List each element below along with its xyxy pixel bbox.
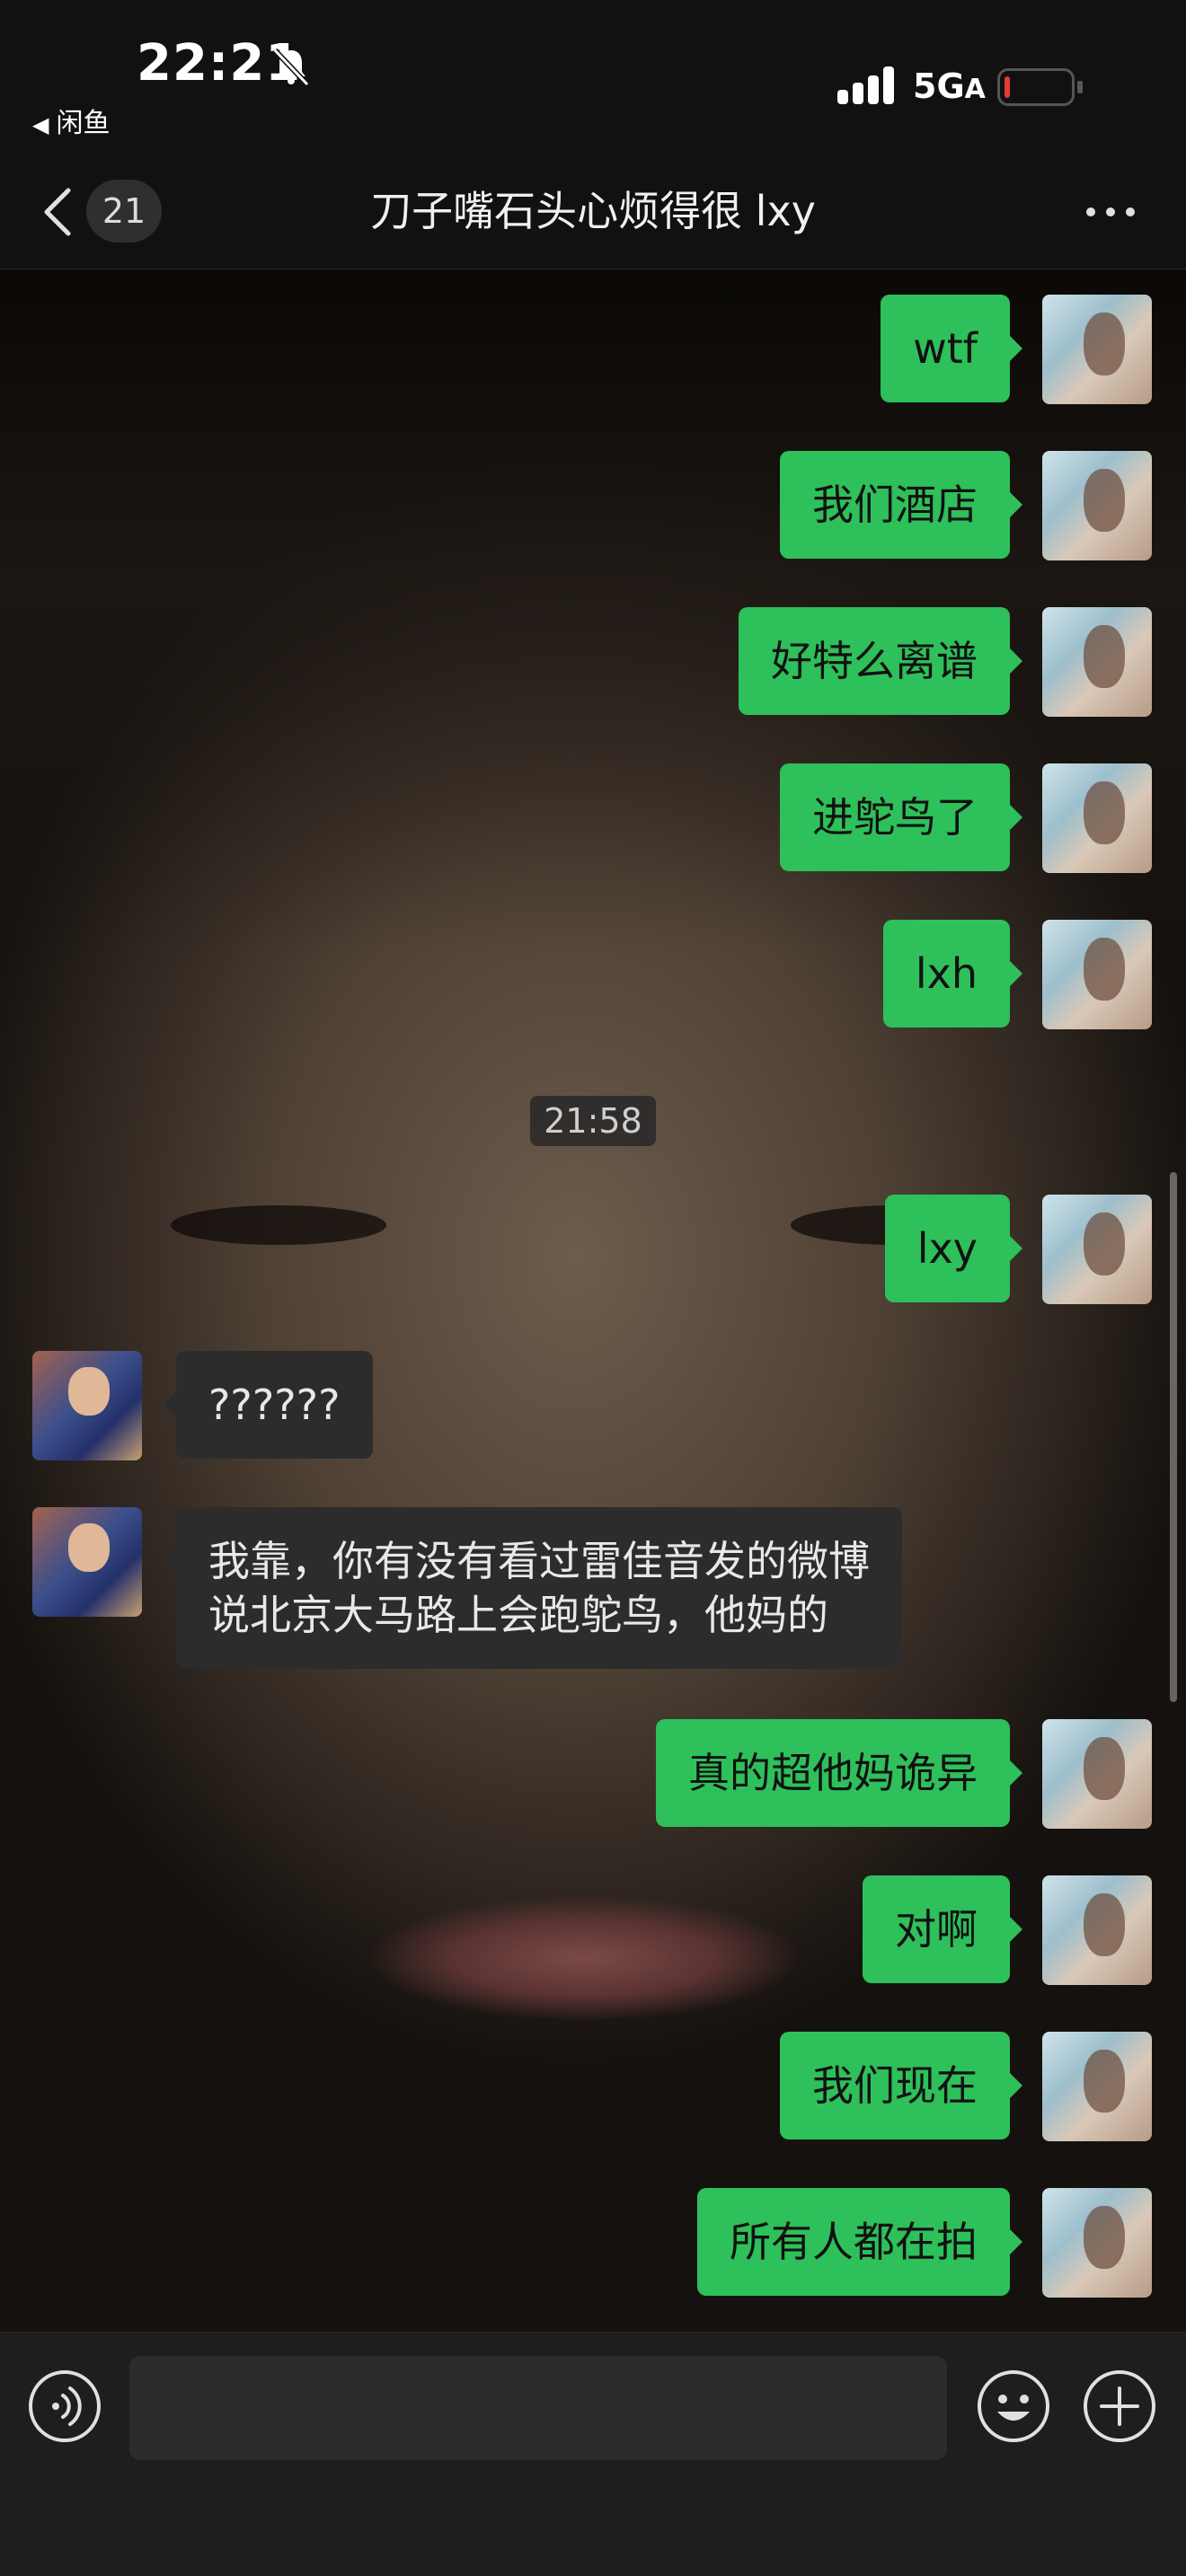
avatar[interactable] bbox=[1042, 763, 1152, 873]
more-options-icon[interactable] bbox=[1082, 203, 1139, 221]
battery-icon bbox=[997, 68, 1083, 106]
message-bubble-incoming[interactable]: ?????? bbox=[164, 1351, 373, 1459]
message-timestamp: 21:58 bbox=[530, 1096, 656, 1146]
unread-count-badge[interactable]: 21 bbox=[86, 180, 162, 243]
avatar[interactable] bbox=[1042, 607, 1152, 717]
avatar[interactable] bbox=[1042, 1875, 1152, 1985]
avatar[interactable] bbox=[1042, 1719, 1152, 1829]
avatar[interactable] bbox=[1042, 295, 1152, 404]
battery-level bbox=[1005, 76, 1010, 98]
avatar[interactable] bbox=[1042, 1195, 1152, 1304]
message-text-line: 说北京大马路上会跑鸵鸟，他妈的 bbox=[208, 1591, 828, 1639]
message-bubble-outgoing[interactable]: 进鸵鸟了 bbox=[780, 763, 1022, 871]
network-suffix: A bbox=[964, 74, 986, 105]
chat-title: 刀子嘴石头心烦得很 lxy bbox=[370, 187, 816, 235]
message-text-line: 我靠，你有没有看过雷佳音发的微博 bbox=[208, 1537, 870, 1585]
avatar[interactable] bbox=[1042, 2032, 1152, 2141]
message-bubble-outgoing[interactable]: 好特么离谱 bbox=[739, 607, 1022, 715]
plus-icon[interactable] bbox=[1082, 2369, 1157, 2444]
signal-icon bbox=[837, 66, 894, 104]
back-triangle-icon: ◀ bbox=[32, 112, 49, 137]
scrollbar[interactable] bbox=[1170, 1172, 1177, 1702]
message-bubble-outgoing[interactable]: lxh bbox=[882, 920, 1023, 1028]
avatar[interactable] bbox=[32, 1351, 142, 1460]
back-chevron-icon[interactable] bbox=[40, 183, 75, 241]
message-bubble-outgoing[interactable]: lxy bbox=[884, 1195, 1023, 1302]
wallpaper-eye-left bbox=[171, 1205, 386, 1245]
back-to-app-link[interactable]: ◀ 闲鱼 bbox=[32, 101, 110, 140]
avatar[interactable] bbox=[1042, 451, 1152, 560]
back-app-label: 闲鱼 bbox=[56, 108, 111, 139]
bell-muted-icon bbox=[272, 48, 310, 87]
message-bubble-outgoing[interactable]: 我们现在 bbox=[780, 2032, 1022, 2139]
message-bubble-outgoing[interactable]: 对啊 bbox=[863, 1875, 1022, 1983]
message-input[interactable] bbox=[129, 2356, 947, 2460]
message-bubble-incoming[interactable]: 我靠，你有没有看过雷佳音发的微博 说北京大马路上会跑鸵鸟，他妈的 bbox=[164, 1507, 902, 1669]
chat-header: 21 刀子嘴石头心烦得很 lxy bbox=[0, 153, 1186, 269]
status-bar: 22:21 ◀ 闲鱼 5GA bbox=[0, 0, 1186, 153]
chat-messages-area[interactable]: wtf 我们酒店 好特么离谱 进鸵鸟了 lxh 21:58 lxy ??????… bbox=[0, 269, 1186, 2332]
avatar[interactable] bbox=[32, 1507, 142, 1617]
avatar[interactable] bbox=[1042, 2188, 1152, 2298]
message-bubble-outgoing[interactable]: wtf bbox=[881, 295, 1022, 402]
network-label: 5G bbox=[913, 66, 965, 106]
voice-icon[interactable] bbox=[27, 2369, 102, 2444]
chat-input-bar bbox=[0, 2332, 1186, 2576]
network-type: 5GA bbox=[913, 66, 986, 106]
message-bubble-outgoing[interactable]: 我们酒店 bbox=[780, 451, 1022, 559]
message-bubble-outgoing[interactable]: 所有人都在拍 bbox=[697, 2188, 1022, 2296]
emoji-icon[interactable] bbox=[976, 2369, 1051, 2444]
avatar[interactable] bbox=[1042, 920, 1152, 1029]
message-bubble-outgoing[interactable]: 真的超他妈诡异 bbox=[656, 1719, 1022, 1827]
